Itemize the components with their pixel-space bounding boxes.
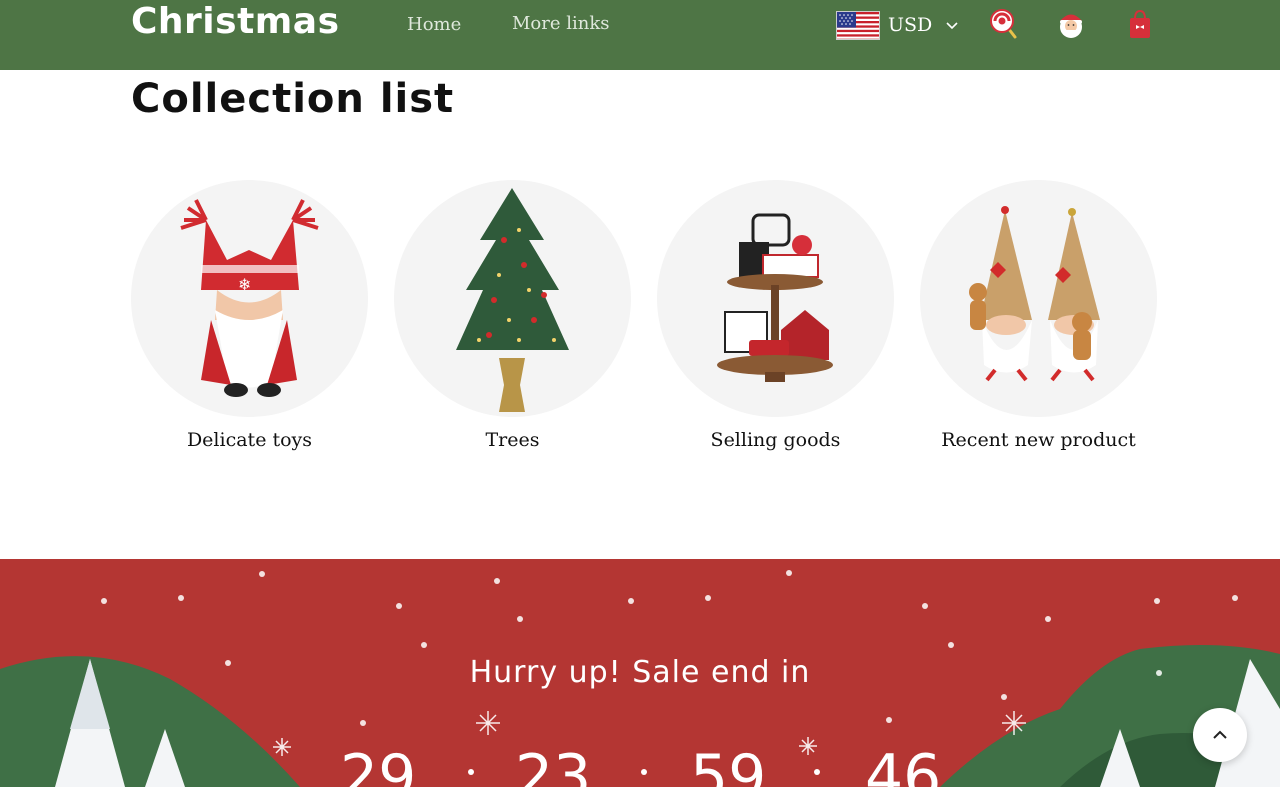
- chevron-up-icon: [1213, 730, 1227, 739]
- countdown-seconds: 46: [865, 742, 942, 787]
- santa-account-icon[interactable]: [1055, 8, 1087, 40]
- gingerbread-gnomes-image: [920, 180, 1157, 417]
- countdown-days: 29: [340, 742, 417, 787]
- red-gnome-image: ❄: [131, 180, 368, 417]
- currency-selector[interactable]: USD: [836, 10, 958, 40]
- collection-item-recent-new-product[interactable]: Recent new product: [920, 180, 1157, 453]
- collection-item-trees[interactable]: Trees: [394, 180, 631, 453]
- collection-item-selling-goods[interactable]: Selling goods: [657, 180, 894, 453]
- us-flag-icon: [836, 10, 880, 40]
- countdown-separator: [468, 769, 474, 775]
- collection-title: Collection list: [131, 76, 455, 122]
- lollipop-search-icon[interactable]: [988, 8, 1020, 40]
- scroll-to-top-button[interactable]: [1193, 708, 1247, 762]
- nav-home-link[interactable]: Home: [407, 13, 461, 37]
- gift-bag-cart-icon[interactable]: [1124, 8, 1156, 40]
- countdown-separator: [641, 769, 647, 775]
- christmas-tree-image: [394, 180, 631, 417]
- collection-label: Delicate toys: [186, 429, 313, 451]
- svg-text:❄: ❄: [238, 275, 251, 294]
- site-logo[interactable]: Christmas: [131, 0, 340, 44]
- collection-label: Recent new product: [941, 429, 1136, 451]
- countdown-hours: 23: [515, 742, 592, 787]
- countdown-minutes: 59: [690, 742, 767, 787]
- collection-item-delicate-toys[interactable]: ❄ Delicate toys: [131, 180, 368, 453]
- sale-banner: Hurry up! Sale end in 29 23 59 46: [0, 559, 1280, 787]
- countdown-separator: [814, 769, 820, 775]
- site-header: Christmas Home More links USD: [0, 0, 1280, 70]
- currency-code: USD: [888, 14, 933, 36]
- collection-label: Trees: [485, 429, 540, 451]
- collection-label: Selling goods: [710, 429, 841, 451]
- nav-more-links[interactable]: More links: [512, 12, 610, 36]
- sale-title: Hurry up! Sale end in: [469, 655, 811, 690]
- tiered-tray-image: [657, 180, 894, 417]
- chevron-down-icon: [946, 22, 958, 30]
